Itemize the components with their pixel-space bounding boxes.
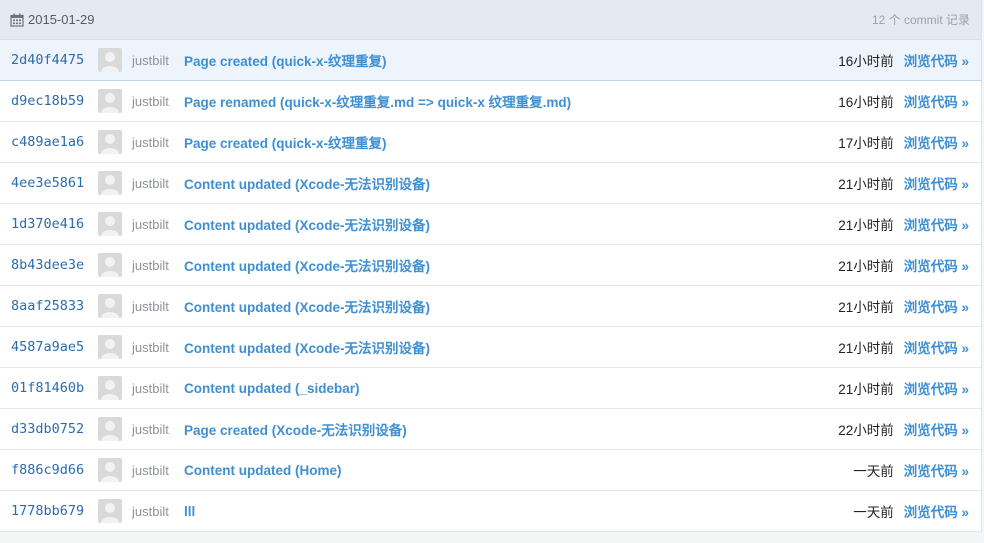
commit-sha-link[interactable]: 01f81460b [11, 380, 93, 396]
commit-row: 8aaf25833 justbilt Content updated (Xcode-… [0, 286, 981, 327]
commit-author[interactable]: justbilt [132, 53, 184, 68]
avatar[interactable] [98, 458, 122, 482]
commit-sha-link[interactable]: d33db0752 [11, 421, 93, 437]
commit-author[interactable]: justbilt [132, 135, 184, 150]
browse-code-link[interactable]: 浏览代码 » [904, 460, 969, 480]
commit-author[interactable]: justbilt [132, 463, 184, 478]
browse-code-link[interactable]: 浏览代码 » [904, 296, 969, 316]
commit-row: 4587a9ae5 justbilt Content updated (Xcode-… [0, 327, 981, 368]
commit-rows: 2d40f4475 justbilt Page created (quick-x-纹… [0, 40, 981, 532]
browse-code-link[interactable]: 浏览代码 » [904, 173, 969, 193]
avatar[interactable] [98, 417, 122, 441]
browse-code-link[interactable]: 浏览代码 » [904, 337, 969, 357]
date-label: 2015-01-29 [10, 12, 95, 27]
commit-message-link[interactable]: Content updated (_sidebar) [184, 381, 838, 396]
commit-sha-link[interactable]: 4587a9ae5 [11, 339, 93, 355]
browse-code-link[interactable]: 浏览代码 » [904, 214, 969, 234]
commit-author[interactable]: justbilt [132, 176, 184, 191]
calendar-icon [10, 13, 24, 27]
commit-group-header: 2015-01-29 12 个 commit 记录 [0, 0, 981, 40]
commit-message-link[interactable]: lll [184, 504, 853, 519]
commit-sha-link[interactable]: f886c9d66 [11, 462, 93, 478]
commit-row: 01f81460b justbilt Content updated (_sideb… [0, 368, 981, 409]
commit-row: 1778bb679 justbilt lll 一天前 浏览代码 » [0, 491, 981, 532]
commit-message-link[interactable]: Content updated (Xcode-无法识别设备) [184, 255, 838, 275]
commit-sha-link[interactable]: c489ae1a6 [11, 134, 93, 150]
commit-time: 21小时前 [838, 382, 894, 397]
avatar[interactable] [98, 294, 122, 318]
commit-message-link[interactable]: Page created (quick-x-纹理重复) [184, 132, 838, 152]
browse-code-link[interactable]: 浏览代码 » [904, 501, 969, 521]
commit-row: 4ee3e5861 justbilt Content updated (Xcode-… [0, 163, 981, 204]
avatar[interactable] [98, 212, 122, 236]
commit-sha-link[interactable]: d9ec18b59 [11, 93, 93, 109]
commit-author[interactable]: justbilt [132, 340, 184, 355]
commit-sha-link[interactable]: 2d40f4475 [11, 52, 93, 68]
commit-sha-link[interactable]: 4ee3e5861 [11, 175, 93, 191]
commit-count: 12 个 commit 记录 [871, 13, 970, 27]
commit-sha-link[interactable]: 1d370e416 [11, 216, 93, 232]
commit-sha-link[interactable]: 8aaf25833 [11, 298, 93, 314]
commit-row: 8b43dee3e justbilt Content updated (Xcode-… [0, 245, 981, 286]
browse-code-link[interactable]: 浏览代码 » [904, 132, 969, 152]
commit-row: f886c9d66 justbilt Content updated (Home) 一… [0, 450, 981, 491]
commit-time: 22小时前 [838, 423, 894, 438]
browse-code-link[interactable]: 浏览代码 » [904, 91, 969, 111]
commit-author[interactable]: justbilt [132, 94, 184, 109]
commit-time: 16小时前 [838, 54, 894, 69]
commit-author[interactable]: justbilt [132, 217, 184, 232]
commit-author[interactable]: justbilt [132, 299, 184, 314]
commit-message-link[interactable]: Content updated (Home) [184, 463, 853, 478]
commit-author[interactable]: justbilt [132, 258, 184, 273]
commit-time: 21小时前 [838, 259, 894, 274]
commit-row: d33db0752 justbilt Page created (Xcode-无法识… [0, 409, 981, 450]
browse-code-link[interactable]: 浏览代码 » [904, 50, 969, 70]
avatar[interactable] [98, 376, 122, 400]
avatar[interactable] [98, 499, 122, 523]
date-text: 2015-01-29 [28, 12, 95, 27]
avatar[interactable] [98, 335, 122, 359]
avatar[interactable] [98, 89, 122, 113]
commit-message-link[interactable]: Page created (quick-x-纹理重复) [184, 50, 838, 70]
commit-sha-link[interactable]: 8b43dee3e [11, 257, 93, 273]
commit-time: 21小时前 [838, 300, 894, 315]
avatar[interactable] [98, 130, 122, 154]
avatar[interactable] [98, 171, 122, 195]
commit-author[interactable]: justbilt [132, 381, 184, 396]
commit-message-link[interactable]: Content updated (Xcode-无法识别设备) [184, 296, 838, 316]
commit-message-link[interactable]: Content updated (Xcode-无法识别设备) [184, 337, 838, 357]
commit-time: 17小时前 [838, 136, 894, 151]
commit-sha-link[interactable]: 1778bb679 [11, 503, 93, 519]
commit-time: 21小时前 [838, 341, 894, 356]
commit-message-link[interactable]: Content updated (Xcode-无法识别设备) [184, 214, 838, 234]
browse-code-link[interactable]: 浏览代码 » [904, 255, 969, 275]
commit-time: 一天前 [853, 505, 894, 520]
commit-row: d9ec18b59 justbilt Page renamed (quick-x-纹… [0, 81, 981, 122]
commit-author[interactable]: justbilt [132, 422, 184, 437]
commit-list-panel: 2015-01-29 12 个 commit 记录 2d40f4475 justb… [0, 0, 982, 532]
commit-author[interactable]: justbilt [132, 504, 184, 519]
commit-time: 21小时前 [838, 177, 894, 192]
commit-time: 一天前 [853, 464, 894, 479]
commit-message-link[interactable]: Page created (Xcode-无法识别设备) [184, 419, 838, 439]
commit-message-link[interactable]: Page renamed (quick-x-纹理重复.md => quick-x… [184, 91, 838, 111]
commit-time: 16小时前 [838, 95, 894, 110]
commit-row: 2d40f4475 justbilt Page created (quick-x-纹… [0, 40, 981, 81]
browse-code-link[interactable]: 浏览代码 » [904, 378, 969, 398]
commit-message-link[interactable]: Content updated (Xcode-无法识别设备) [184, 173, 838, 193]
avatar[interactable] [98, 48, 122, 72]
browse-code-link[interactable]: 浏览代码 » [904, 419, 969, 439]
commit-time: 21小时前 [838, 218, 894, 233]
commit-row: 1d370e416 justbilt Content updated (Xcode-… [0, 204, 981, 245]
commit-row: c489ae1a6 justbilt Page created (quick-x-纹… [0, 122, 981, 163]
avatar[interactable] [98, 253, 122, 277]
